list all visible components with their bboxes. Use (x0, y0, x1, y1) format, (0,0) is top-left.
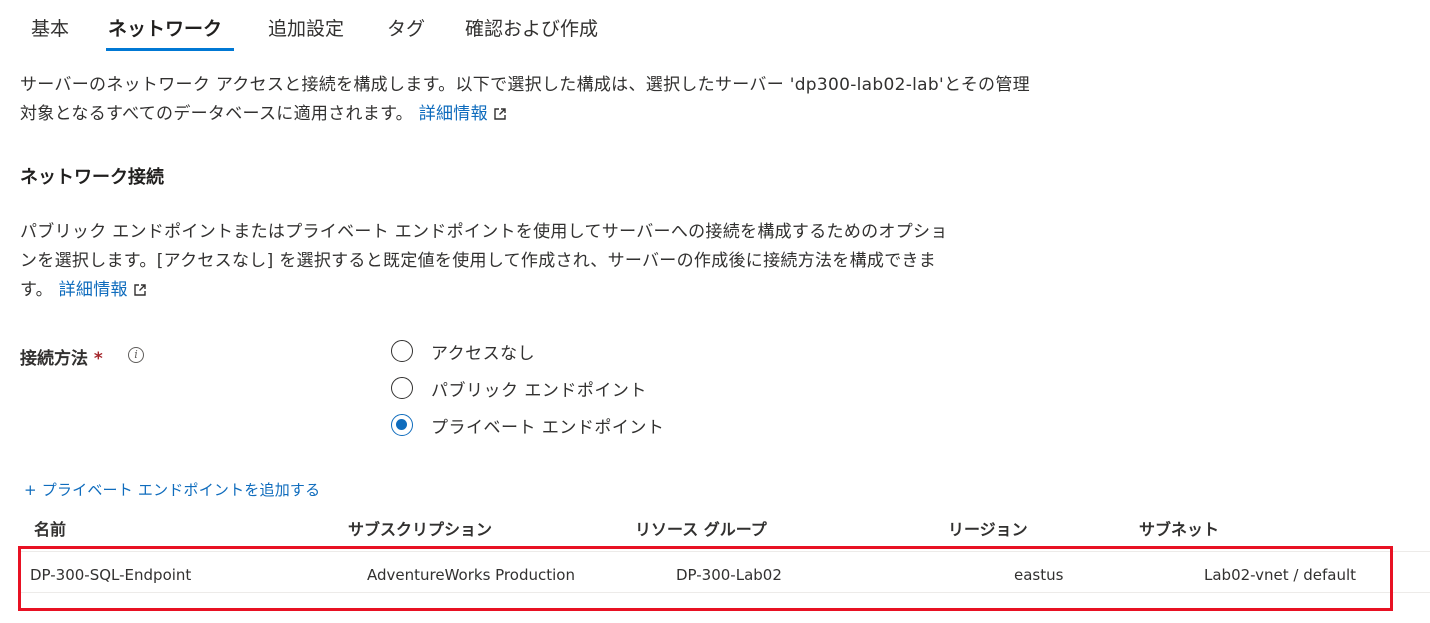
network-desc-line-3: す。 詳細情報 (20, 276, 948, 305)
radio-circle-selected[interactable] (391, 414, 413, 436)
required-indicator: * (93, 349, 103, 369)
network-connectivity-heading: ネットワーク接続 (20, 167, 164, 188)
active-tab-indicator (106, 48, 234, 51)
external-link-icon (134, 284, 146, 296)
tab-additional-settings[interactable]: 追加設定 (268, 14, 344, 41)
radio-label-public-endpoint: パブリック エンドポイント (431, 380, 647, 401)
radio-option-private-endpoint[interactable]: プライベート エンドポイント (391, 410, 664, 440)
network-desc-line-1: パブリック エンドポイントまたはプライベート エンドポイントを使用してサーバーへ… (20, 222, 948, 242)
column-header-region: リージョン (948, 520, 1028, 539)
highlight-box (18, 546, 1393, 611)
info-icon[interactable]: i (128, 347, 144, 363)
add-private-endpoint-link[interactable]: + プライベート エンドポイントを追加する (24, 479, 320, 500)
external-link-icon (494, 108, 506, 120)
radio-label-private-endpoint: プライベート エンドポイント (431, 417, 665, 438)
column-header-resource-group: リソース グループ (635, 520, 767, 539)
tab-networking[interactable]: ネットワーク (108, 14, 222, 41)
network-description: パブリック エンドポイントまたはプライベート エンドポイントを使用してサーバーへ… (20, 218, 948, 305)
tab-tags[interactable]: タグ (387, 14, 425, 41)
radio-circle[interactable] (391, 377, 413, 399)
column-header-name: 名前 (34, 520, 67, 539)
network-learn-more-link[interactable]: 詳細情報 (59, 280, 146, 300)
column-header-subscription: サブスクリプション (348, 520, 493, 539)
radio-option-no-access[interactable]: アクセスなし (391, 336, 535, 366)
intro-text: サーバーのネットワーク アクセスと接続を構成します。以下で選択した構成は、選択し… (20, 71, 1030, 129)
radio-option-public-endpoint[interactable]: パブリック エンドポイント (391, 373, 647, 403)
intro-line-2: 対象となるすべてのデータベースに適用されます。 詳細情報 (20, 100, 1030, 129)
tab-review-create[interactable]: 確認および作成 (465, 14, 598, 41)
connectivity-method-label: 接続方法 * (20, 349, 103, 369)
radio-label-no-access: アクセスなし (431, 343, 536, 364)
intro-learn-more-link[interactable]: 詳細情報 (419, 104, 506, 124)
network-desc-line-2: ンを選択します。[アクセスなし] を選択すると既定値を使用して作成され、サーバー… (20, 251, 937, 271)
radio-circle[interactable] (391, 340, 413, 362)
intro-line-1: サーバーのネットワーク アクセスと接続を構成します。以下で選択した構成は、選択し… (20, 75, 1030, 95)
tab-basics[interactable]: 基本 (31, 14, 69, 41)
column-header-subnet: サブネット (1139, 520, 1220, 539)
